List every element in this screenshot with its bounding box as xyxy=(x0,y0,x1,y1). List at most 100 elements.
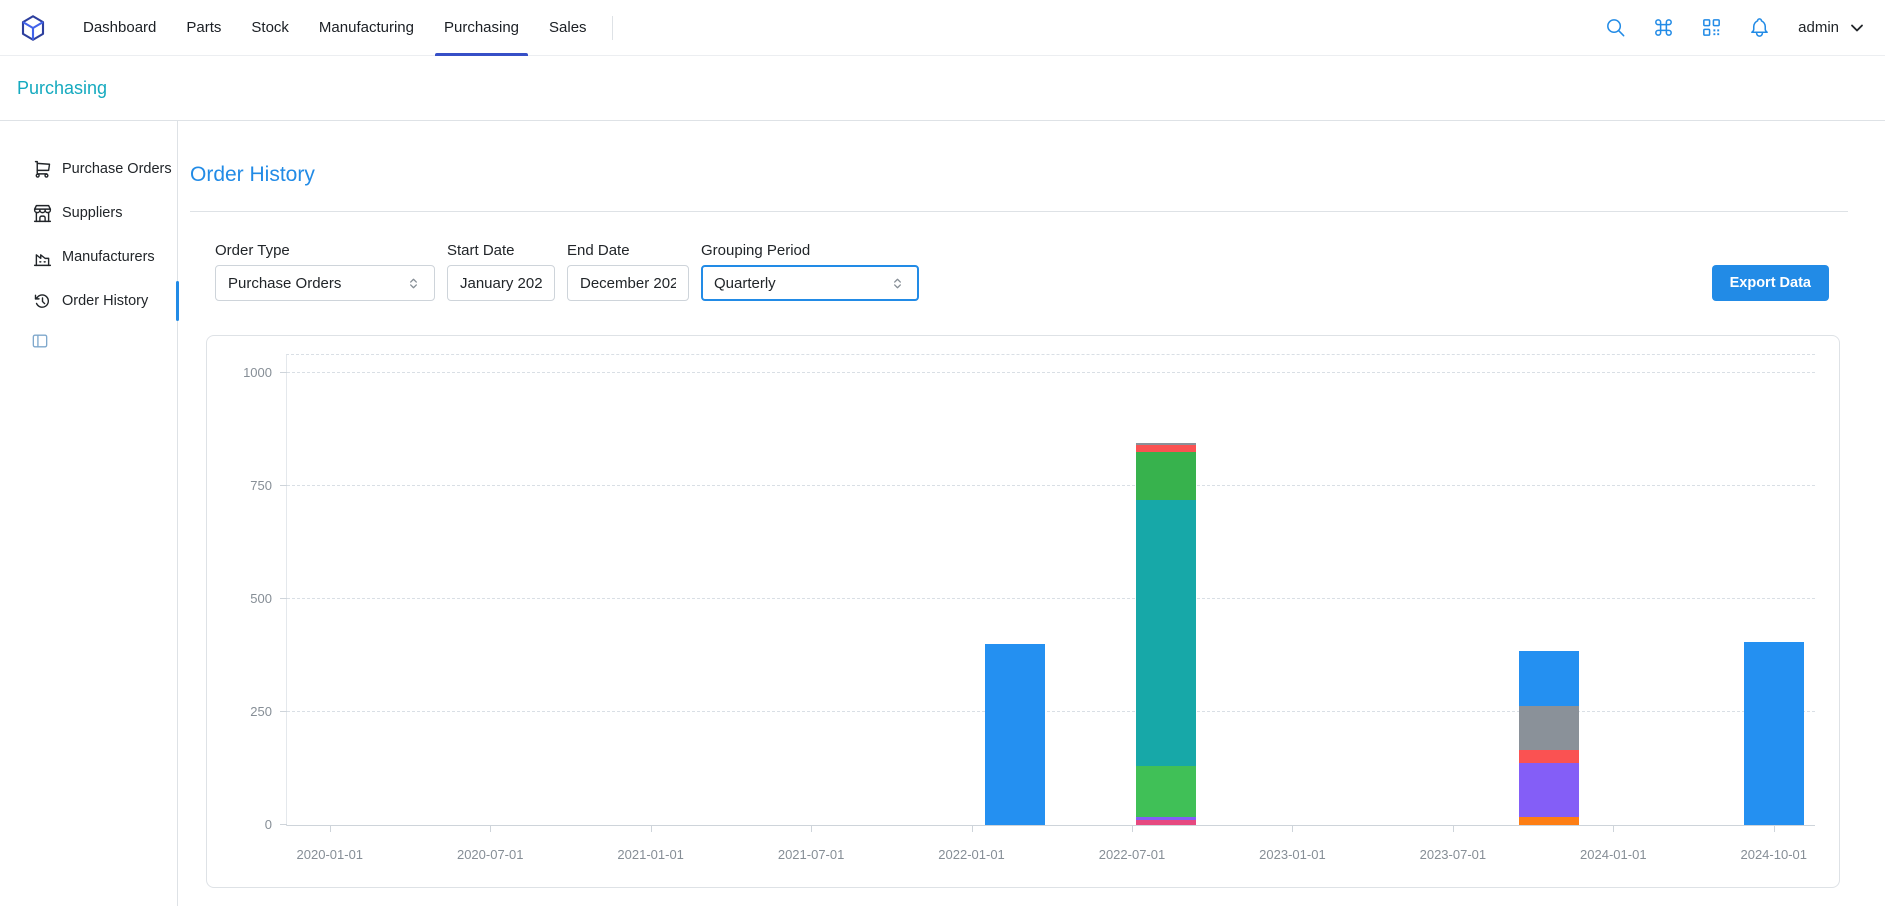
x-axis-label: 2021-07-01 xyxy=(778,847,845,862)
sidebar: Purchase Orders Suppliers Manufacturers xyxy=(0,121,178,906)
x-axis-label: 2021-01-01 xyxy=(617,847,684,862)
bar-segment xyxy=(1136,820,1196,825)
x-axis-label: 2022-01-01 xyxy=(938,847,1005,862)
tab-dashboard[interactable]: Dashboard xyxy=(68,0,171,56)
filter-start-date: Start Date xyxy=(447,242,555,301)
building-store-icon xyxy=(32,203,53,224)
y-axis-label: 0 xyxy=(212,817,272,833)
bell-icon xyxy=(1748,16,1771,39)
chart-plot: 025050075010002020-01-012020-07-012021-0… xyxy=(286,354,1815,826)
tab-manufacturing[interactable]: Manufacturing xyxy=(304,0,429,56)
nav-tabs: Dashboard Parts Stock Manufacturing Purc… xyxy=(68,0,613,56)
tab-purchasing[interactable]: Purchasing xyxy=(429,0,534,56)
chevron-down-icon xyxy=(1847,18,1867,38)
selector-icon xyxy=(889,275,906,292)
grouping-period-value: Quarterly xyxy=(714,275,776,292)
gridline xyxy=(287,598,1815,599)
grouping-period-label: Grouping Period xyxy=(701,242,919,259)
bar-segment xyxy=(1519,750,1579,763)
gridline xyxy=(287,711,1815,712)
bar[interactable] xyxy=(1136,355,1196,825)
scan-button[interactable] xyxy=(1698,15,1724,41)
y-axis-tick xyxy=(280,598,287,599)
page-title: Order History xyxy=(190,163,1848,187)
command-palette-button[interactable] xyxy=(1650,15,1676,41)
y-axis-label: 500 xyxy=(212,591,272,607)
x-axis-label: 2020-01-01 xyxy=(297,847,364,862)
x-axis-tick xyxy=(1132,825,1133,832)
export-data-button[interactable]: Export Data xyxy=(1712,265,1829,301)
command-icon xyxy=(1652,16,1675,39)
sidebar-item-label: Order History xyxy=(62,293,148,309)
y-axis-label: 750 xyxy=(212,478,272,494)
bar-segment xyxy=(1136,443,1196,445)
filter-order-type: Order Type Purchase Orders xyxy=(215,242,435,301)
sidebar-item-order-history[interactable]: Order History xyxy=(0,279,177,323)
x-axis-label: 2022-07-01 xyxy=(1099,847,1166,862)
breadcrumb: Purchasing xyxy=(0,56,1885,121)
x-axis-tick xyxy=(972,825,973,832)
filter-grouping-period: Grouping Period Quarterly xyxy=(701,242,919,301)
bar[interactable] xyxy=(1744,355,1804,825)
notifications-button[interactable] xyxy=(1746,15,1772,41)
breadcrumb-link-purchasing[interactable]: Purchasing xyxy=(17,78,107,99)
filters-panel: Order Type Purchase Orders Start Date En… xyxy=(215,242,1829,301)
tab-stock[interactable]: Stock xyxy=(236,0,304,56)
end-date-input[interactable] xyxy=(567,265,689,301)
sidebar-item-purchase-orders[interactable]: Purchase Orders xyxy=(0,147,177,191)
sidebar-toggle-button[interactable] xyxy=(30,331,52,353)
x-axis-label: 2023-01-01 xyxy=(1259,847,1326,862)
user-menu[interactable]: admin xyxy=(1798,18,1867,38)
y-axis-tick xyxy=(280,711,287,712)
bar[interactable] xyxy=(985,355,1045,825)
x-axis-tick xyxy=(330,825,331,832)
x-axis-tick xyxy=(1292,825,1293,832)
x-axis-tick xyxy=(1613,825,1614,832)
bar-segment xyxy=(1519,706,1579,750)
tab-parts[interactable]: Parts xyxy=(171,0,236,56)
user-name: admin xyxy=(1798,19,1839,36)
grouping-period-select[interactable]: Quarterly xyxy=(701,265,919,301)
x-axis-label: 2024-01-01 xyxy=(1580,847,1647,862)
app-logo-icon[interactable] xyxy=(18,13,48,43)
sidebar-item-label: Suppliers xyxy=(62,205,122,221)
search-icon xyxy=(1604,16,1627,39)
order-type-select[interactable]: Purchase Orders xyxy=(215,265,435,301)
navbar-actions: admin xyxy=(1602,15,1867,41)
tab-sales[interactable]: Sales xyxy=(534,0,602,56)
bar-segment xyxy=(1744,642,1804,825)
nav-tabs-divider xyxy=(612,16,613,40)
filter-end-date: End Date xyxy=(567,242,689,301)
order-type-label: Order Type xyxy=(215,242,435,259)
x-axis-label: 2024-10-01 xyxy=(1740,847,1807,862)
search-button[interactable] xyxy=(1602,15,1628,41)
y-axis-tick xyxy=(280,485,287,486)
end-date-label: End Date xyxy=(567,242,689,259)
section-divider xyxy=(190,211,1848,212)
shopping-cart-icon xyxy=(32,159,53,180)
sidebar-item-label: Purchase Orders xyxy=(62,161,172,177)
bar-segment xyxy=(1136,817,1196,821)
navbar: Dashboard Parts Stock Manufacturing Purc… xyxy=(0,0,1885,56)
bar[interactable] xyxy=(1519,355,1579,825)
x-axis-tick xyxy=(1774,825,1775,832)
gridline xyxy=(287,372,1815,373)
bar-segment xyxy=(985,644,1045,825)
x-axis-tick xyxy=(651,825,652,832)
sidebar-item-label: Manufacturers xyxy=(62,249,155,265)
bar-segment xyxy=(1136,445,1196,452)
x-axis-tick xyxy=(490,825,491,832)
order-type-value: Purchase Orders xyxy=(228,275,341,292)
sidebar-item-suppliers[interactable]: Suppliers xyxy=(0,191,177,235)
y-axis-tick xyxy=(280,824,287,825)
bar-segment xyxy=(1136,500,1196,767)
y-axis-label: 1000 xyxy=(212,365,272,381)
selector-icon xyxy=(405,275,422,292)
start-date-input[interactable] xyxy=(447,265,555,301)
sidebar-item-manufacturers[interactable]: Manufacturers xyxy=(0,235,177,279)
bar-segment xyxy=(1519,651,1579,705)
x-axis-tick xyxy=(811,825,812,832)
history-icon xyxy=(32,291,53,312)
bar-segment xyxy=(1136,452,1196,499)
bar-segment xyxy=(1136,766,1196,817)
